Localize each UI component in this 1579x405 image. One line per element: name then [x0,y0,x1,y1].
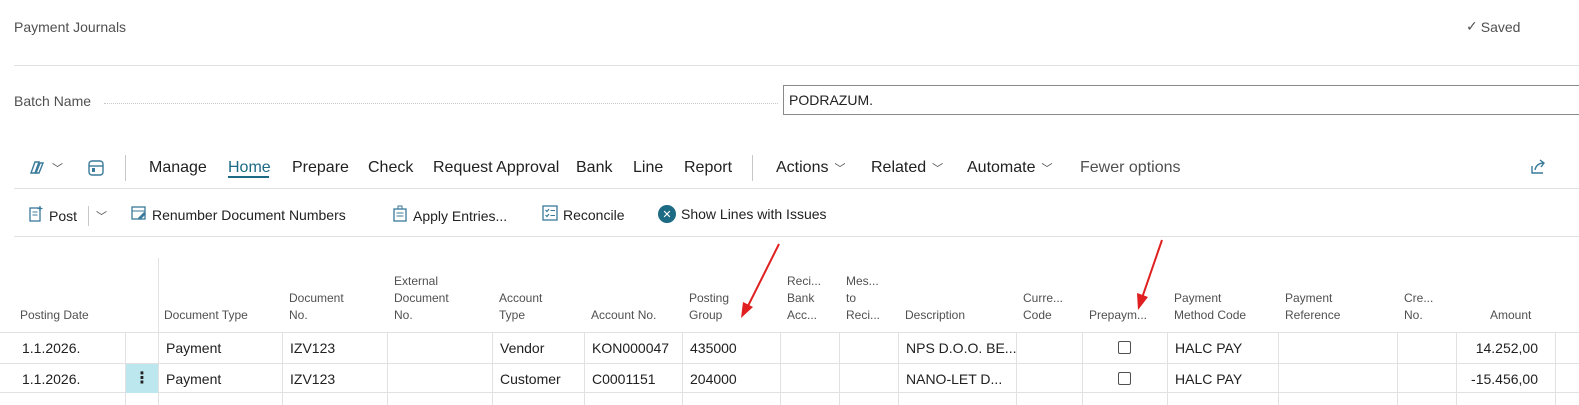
column-header-external-document-no[interactable]: External Document No. [394,273,449,324]
table-row[interactable]: 1.1.2026. ⋮ Payment IZV123 Customer C000… [0,363,1579,393]
document-no-cell[interactable]: IZV123 [290,364,335,394]
column-header-posting-group[interactable]: Posting Group [689,290,729,324]
toolbar-divider [14,236,1579,237]
reconcile-icon [542,205,558,224]
apply-entries-button[interactable]: Apply Entries... [392,205,507,226]
issues-icon: ✕ [658,205,676,223]
action-bar: ﹀ Manage Home Prepare Check Request Appr… [0,150,1579,186]
reconcile-button[interactable]: Reconcile [542,205,624,224]
page-title: Payment Journals [14,19,127,35]
action-bar-separator [125,155,126,181]
column-header-payment-method-code[interactable]: Payment Method Code [1174,290,1246,324]
column-header-creditor-no[interactable]: Cre... No. [1404,290,1433,324]
tab-prepare[interactable]: Prepare [292,159,349,177]
post-split-divider [88,205,90,226]
post-icon [28,205,44,226]
apply-entries-icon [392,205,408,226]
column-header-amount[interactable]: Amount [1490,307,1531,324]
column-header-document-type[interactable]: Document Type [164,307,248,324]
posting-group-cell[interactable]: 435000 [690,333,737,363]
actions-menu-label: Actions [776,159,829,176]
payment-method-cell[interactable]: HALC PAY [1175,333,1242,363]
tab-home[interactable]: Home [228,159,271,177]
tab-bank[interactable]: Bank [576,159,612,177]
related-menu[interactable]: Related ﹀ [871,159,943,177]
post-button[interactable]: Post ﹀ [28,205,107,226]
tab-request-approval[interactable]: Request Approval [433,159,559,177]
column-header-posting-date[interactable]: Posting Date [20,307,89,324]
description-cell[interactable]: NANO-LET D... [906,364,1002,394]
column-header-account-no[interactable]: Account No. [591,307,656,324]
batch-name-leader [104,103,778,104]
prepayment-checkbox[interactable] [1118,372,1131,385]
payment-method-cell[interactable]: HALC PAY [1175,364,1242,394]
renumber-icon [131,205,147,224]
show-lines-with-issues-button[interactable]: ✕ Show Lines with Issues [658,205,827,223]
filter-pane-icon[interactable] [87,159,105,177]
prepayment-checkbox[interactable] [1118,341,1131,354]
chevron-down-icon: ﹀ [52,163,63,175]
fewer-options-button[interactable]: Fewer options [1080,159,1181,177]
document-no-cell[interactable]: IZV123 [290,333,335,363]
document-type-cell[interactable]: Payment [166,333,221,363]
account-no-cell[interactable]: C0001151 [592,364,656,394]
post-label: Post [49,207,78,224]
posting-date-cell[interactable]: 1.1.2026. [22,333,80,363]
column-header-recipient-bank-account[interactable]: Reci... Bank Acc... [787,273,821,324]
amount-cell[interactable]: 14.252,00 [1460,333,1538,363]
header-divider [14,65,1579,66]
actions-menu[interactable]: Actions ﹀ [776,159,845,177]
reconcile-label: Reconcile [563,206,625,223]
action-bar-separator [752,155,753,181]
automate-menu[interactable]: Automate ﹀ [967,159,1052,177]
column-header-payment-reference[interactable]: Payment Reference [1285,290,1340,324]
annotation-arrow-prepayment [1137,239,1163,310]
amount-cell[interactable]: -15.456,00 [1460,364,1538,394]
document-type-cell[interactable]: Payment [166,364,221,394]
action-bar-divider [14,188,1579,189]
column-header-currency-code[interactable]: Curre... Code [1023,290,1063,324]
checkmark-icon: ✓ [1466,18,1478,34]
tab-check[interactable]: Check [368,159,413,177]
account-no-cell[interactable]: KON000047 [592,333,669,363]
saved-status: ✓ Saved [1466,18,1520,35]
column-header-document-no[interactable]: Document No. [289,290,344,324]
chevron-down-icon: ﹀ [834,163,846,175]
posting-group-cell[interactable]: 204000 [690,364,737,394]
column-header-account-type[interactable]: Account Type [499,290,542,324]
grid-header: Posting Date Document Type Document No. E… [0,258,1579,332]
column-header-description[interactable]: Description [905,307,965,324]
description-cell[interactable]: NPS D.O.O. BE... [906,333,1016,363]
table-row[interactable]: 1.1.2026. Payment IZV123 Vendor KON00004… [0,332,1579,362]
account-type-cell[interactable]: Customer [500,364,561,394]
renumber-document-numbers-button[interactable]: Renumber Document Numbers [131,205,346,224]
share-icon[interactable] [1529,158,1547,176]
tab-home-underline [228,176,269,178]
batch-name-label: Batch Name [14,93,92,109]
account-type-cell[interactable]: Vendor [500,333,544,363]
copilot-icon[interactable]: ﹀ [28,159,63,177]
chevron-down-icon[interactable]: ﹀ [96,208,107,224]
chevron-down-icon: ﹀ [932,163,944,175]
tab-report[interactable]: Report [684,159,732,177]
annotation-arrow-posting-group [741,243,780,318]
saved-label: Saved [1480,18,1521,35]
renumber-label: Renumber Document Numbers [152,206,346,223]
batch-name-input[interactable]: PODRAZUM. [783,85,1579,115]
tab-manage[interactable]: Manage [149,159,207,177]
related-menu-label: Related [871,159,927,176]
posting-date-cell[interactable]: 1.1.2026. [22,364,80,394]
kebab-icon[interactable]: ⋮ [126,364,158,393]
apply-entries-label: Apply Entries... [413,207,508,224]
chevron-down-icon: ﹀ [1041,163,1053,175]
tab-line[interactable]: Line [633,159,663,177]
automate-menu-label: Automate [967,159,1036,176]
column-header-message-to-recipient[interactable]: Mes... to Reci... [846,273,880,324]
show-issues-label: Show Lines with Issues [681,206,827,222]
